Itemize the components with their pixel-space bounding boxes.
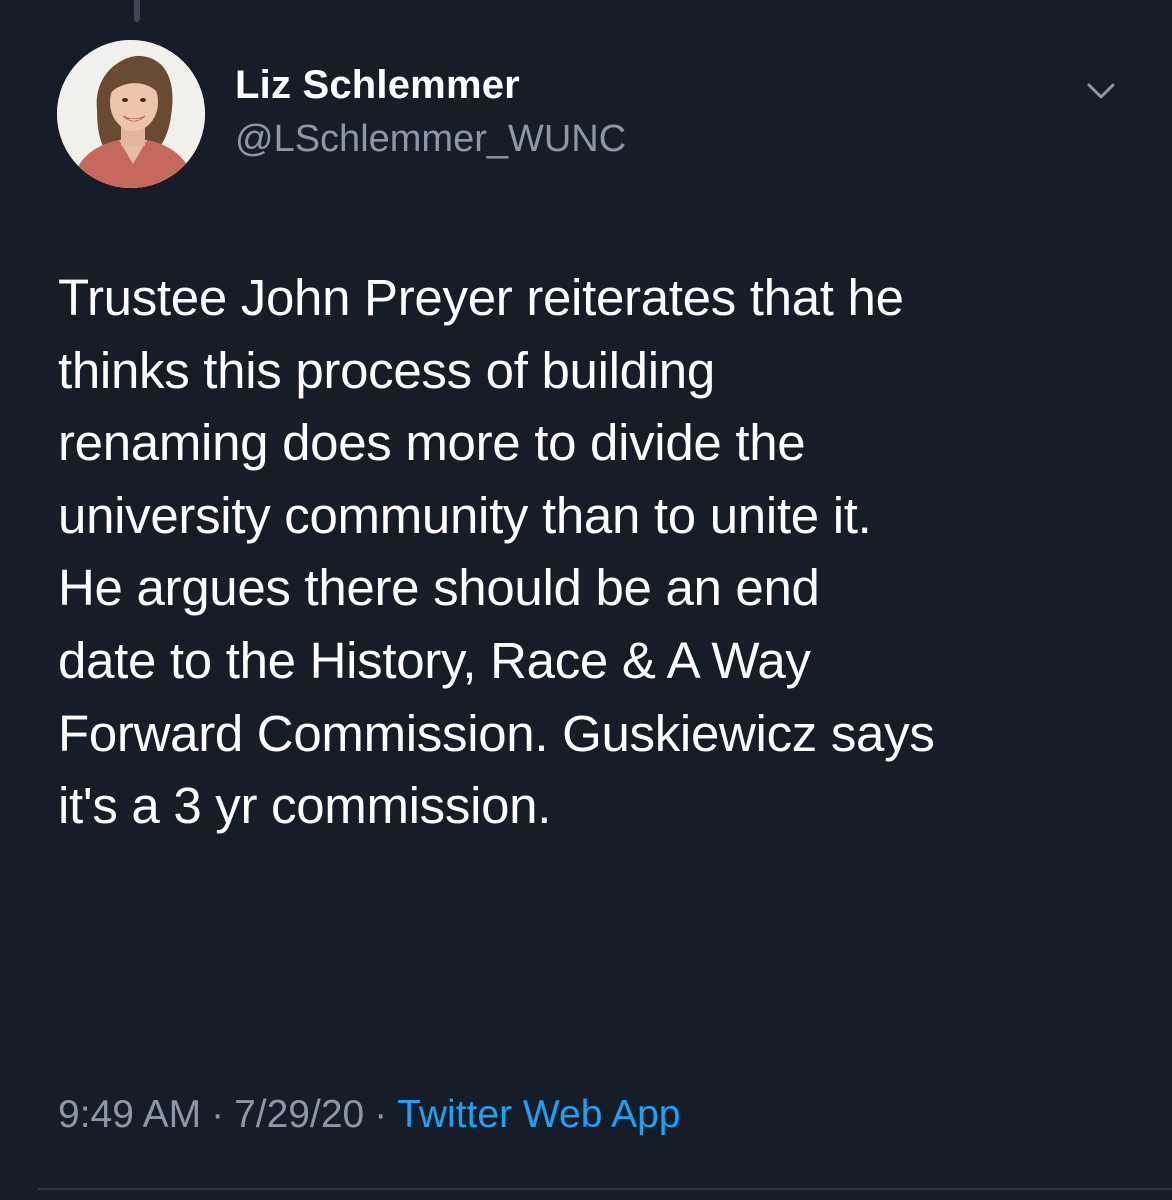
tweet-metadata: 9:49 AM · 7/29/20 · Twitter Web App [58, 1090, 680, 1140]
tweet-text: Trustee John Preyer reiterates that he t… [58, 269, 935, 835]
separator-dot: · [374, 1093, 388, 1136]
tweet-source-link[interactable]: Twitter Web App [397, 1093, 680, 1136]
divider [38, 1188, 1172, 1190]
author-handle[interactable]: @LSchlemmer_WUNC [235, 116, 626, 162]
thread-connector-line [134, 0, 140, 22]
chevron-down-icon [1087, 83, 1115, 99]
avatar[interactable] [57, 40, 205, 188]
tweet-date[interactable]: 7/29/20 [234, 1093, 364, 1136]
author-display-name[interactable]: Liz Schlemmer [235, 62, 520, 108]
tweet-time[interactable]: 9:49 AM [58, 1093, 201, 1136]
profile-photo-icon [57, 40, 205, 188]
tweet-menu-button[interactable] [1080, 70, 1122, 112]
separator-dot: · [211, 1093, 225, 1136]
